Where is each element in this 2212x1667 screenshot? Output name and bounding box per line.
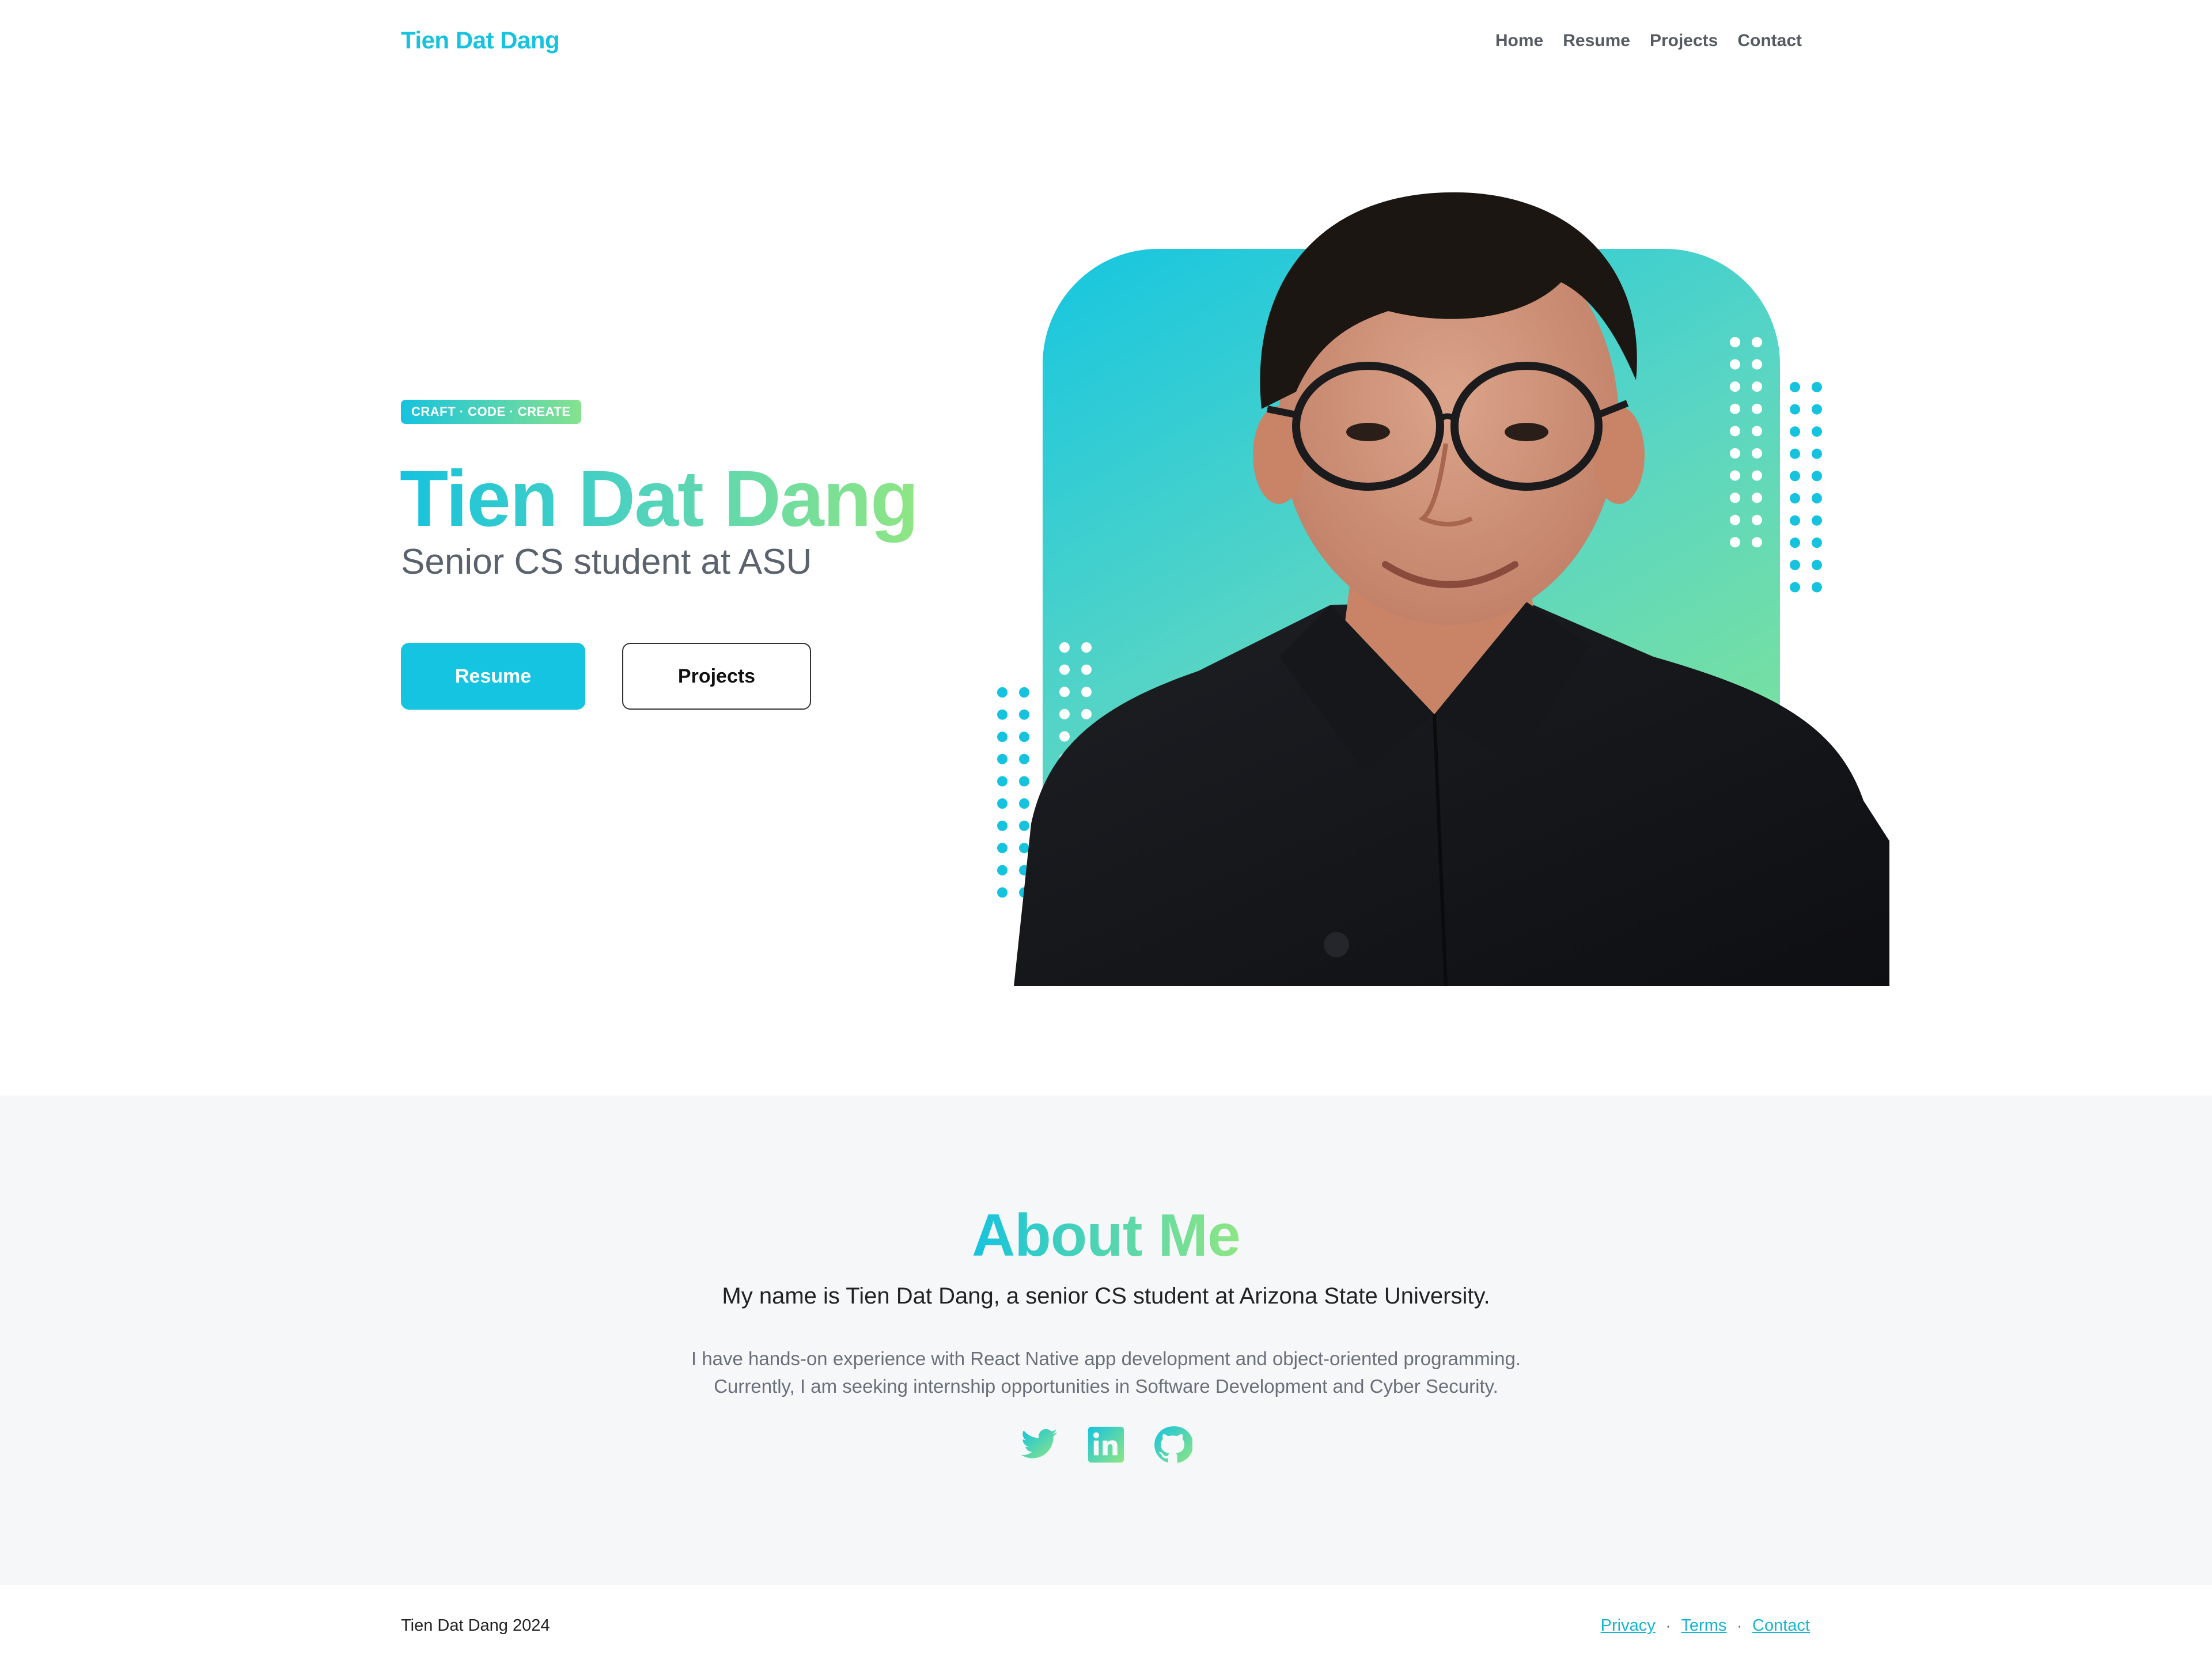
- about-paragraph-line-2: Currently, I am seeking internship oppor…: [714, 1376, 1498, 1397]
- footer-links: Privacy · Terms · Contact: [1601, 1616, 1810, 1635]
- footer-separator: ·: [1737, 1617, 1743, 1634]
- footer-separator: ·: [1665, 1617, 1671, 1634]
- footer-link-privacy[interactable]: Privacy: [1601, 1616, 1656, 1635]
- footer-link-contact[interactable]: Contact: [1752, 1616, 1810, 1635]
- about-title: About Me: [0, 1202, 2212, 1270]
- footer-copyright: Tien Dat Dang 2024: [401, 1616, 550, 1635]
- footer-link-terms[interactable]: Terms: [1681, 1616, 1726, 1635]
- github-icon[interactable]: [1153, 1425, 1194, 1464]
- about-title-text: About Me: [972, 1202, 1241, 1269]
- twitter-icon[interactable]: [1020, 1425, 1059, 1464]
- social-links: [0, 1425, 2212, 1464]
- about-lead: My name is Tien Dat Dang, a senior CS st…: [722, 1283, 1490, 1309]
- about-section: [0, 1096, 2212, 1585]
- about-paragraph-line-1: I have hands-on experience with React Na…: [691, 1348, 1521, 1369]
- linkedin-icon[interactable]: [1086, 1425, 1126, 1464]
- profile-photo: [1014, 192, 1889, 986]
